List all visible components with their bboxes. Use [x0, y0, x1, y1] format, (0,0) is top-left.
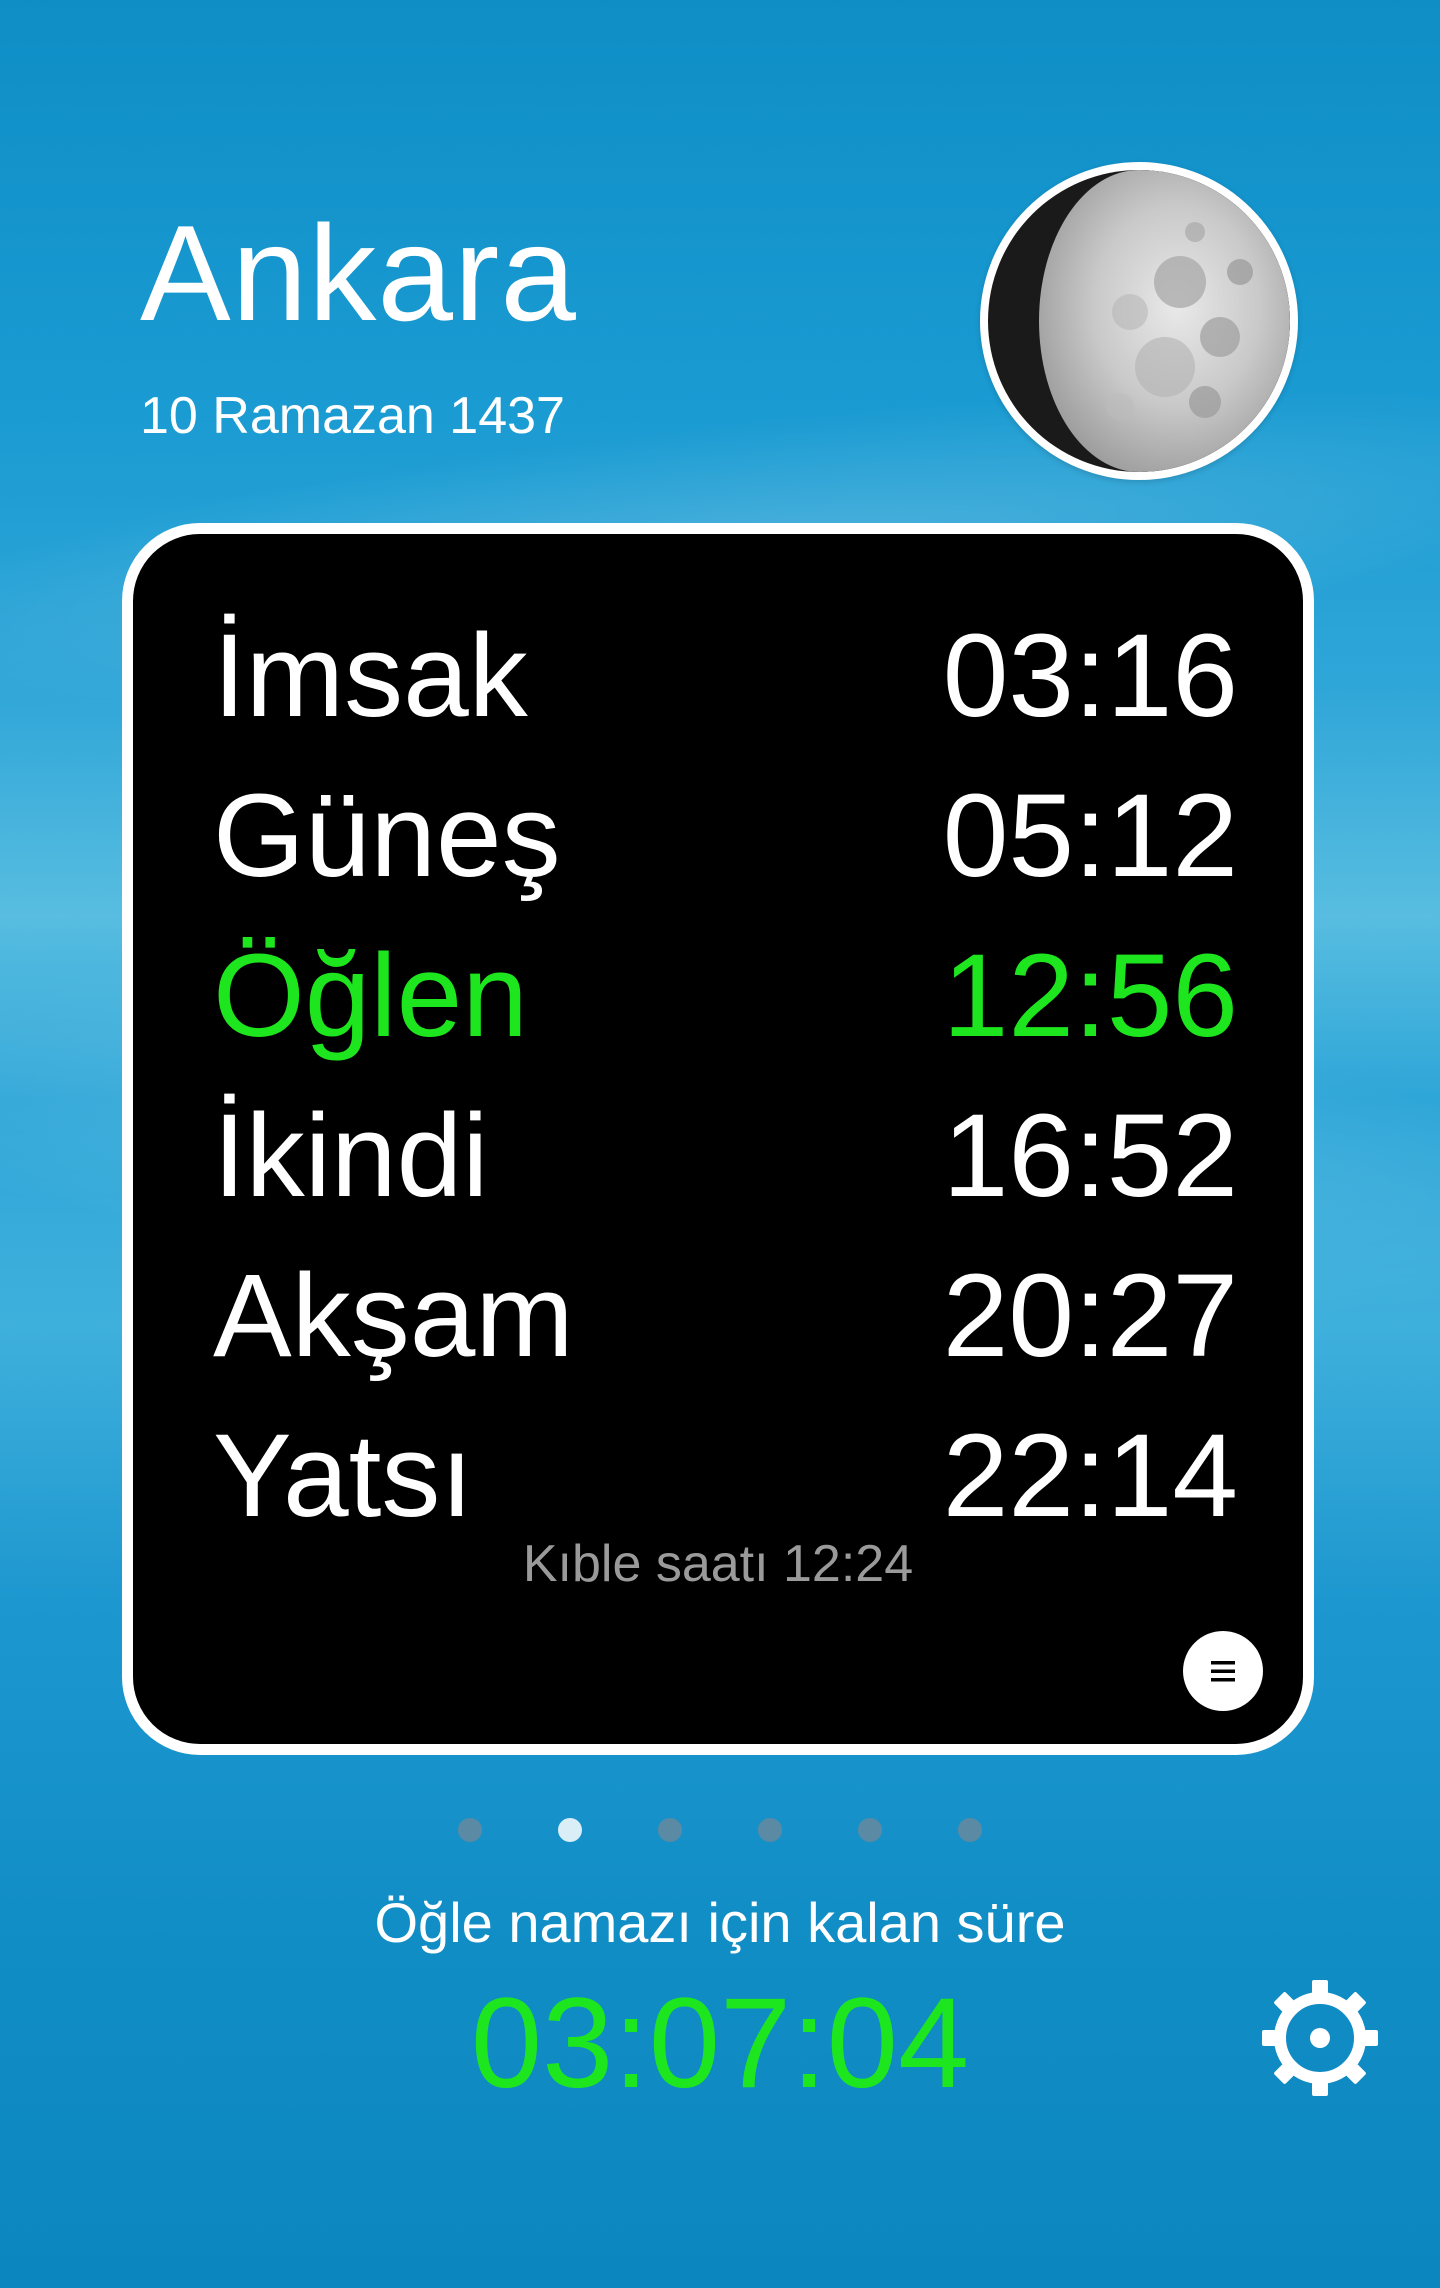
page-dot[interactable] — [858, 1818, 882, 1842]
page-dot-active[interactable] — [558, 1818, 582, 1842]
prayer-name: Akşam — [213, 1250, 574, 1382]
countdown-label: Öğle namazı için kalan süre — [374, 1891, 1066, 1954]
page-indicator — [0, 1818, 1440, 1846]
prayer-row-aksam: Akşam 20:27 — [213, 1246, 1238, 1386]
city-title: Ankara — [140, 197, 577, 349]
prayer-row-ikindi: İkindi 16:52 — [213, 1086, 1238, 1226]
prayer-time: 03:16 — [942, 610, 1238, 742]
page-dot[interactable] — [658, 1818, 682, 1842]
page-dot[interactable] — [758, 1818, 782, 1842]
prayer-time: 05:12 — [942, 770, 1238, 902]
prayer-row-imsak: İmsak 03:16 — [213, 606, 1238, 746]
prayer-row-yatsi: Yatsı 22:14 — [213, 1406, 1238, 1546]
menu-button[interactable] — [1183, 1631, 1263, 1711]
settings-button[interactable] — [1258, 1976, 1382, 2100]
prayer-name: Yatsı — [213, 1410, 474, 1542]
prayer-name: Öğlen — [213, 930, 528, 1062]
page-dot[interactable] — [958, 1818, 982, 1842]
prayer-time: 20:27 — [942, 1250, 1238, 1382]
prayer-name: İmsak — [213, 610, 528, 742]
prayer-times-card: İmsak 03:16 Güneş 05:12 Öğlen 12:56 İkin… — [122, 523, 1314, 1755]
gear-icon — [1262, 1980, 1378, 2096]
prayer-row-gunes: Güneş 05:12 — [213, 766, 1238, 906]
moon-phase-icon — [980, 162, 1298, 480]
prayer-time: 22:14 — [942, 1410, 1238, 1542]
prayer-time: 16:52 — [942, 1090, 1238, 1222]
countdown-timer: 03:07:04 — [470, 1972, 970, 2115]
qibla-time: Kıble saatı 12:24 — [522, 1535, 914, 1593]
prayer-row-oglen: Öğlen 12:56 — [213, 926, 1238, 1066]
page-dot[interactable] — [458, 1818, 482, 1842]
prayer-time: 12:56 — [942, 930, 1238, 1062]
hijri-date: 10 Ramazan 1437 — [140, 387, 565, 445]
menu-icon — [1211, 1661, 1235, 1682]
prayer-name: İkindi — [213, 1090, 489, 1222]
prayer-name: Güneş — [213, 770, 561, 902]
